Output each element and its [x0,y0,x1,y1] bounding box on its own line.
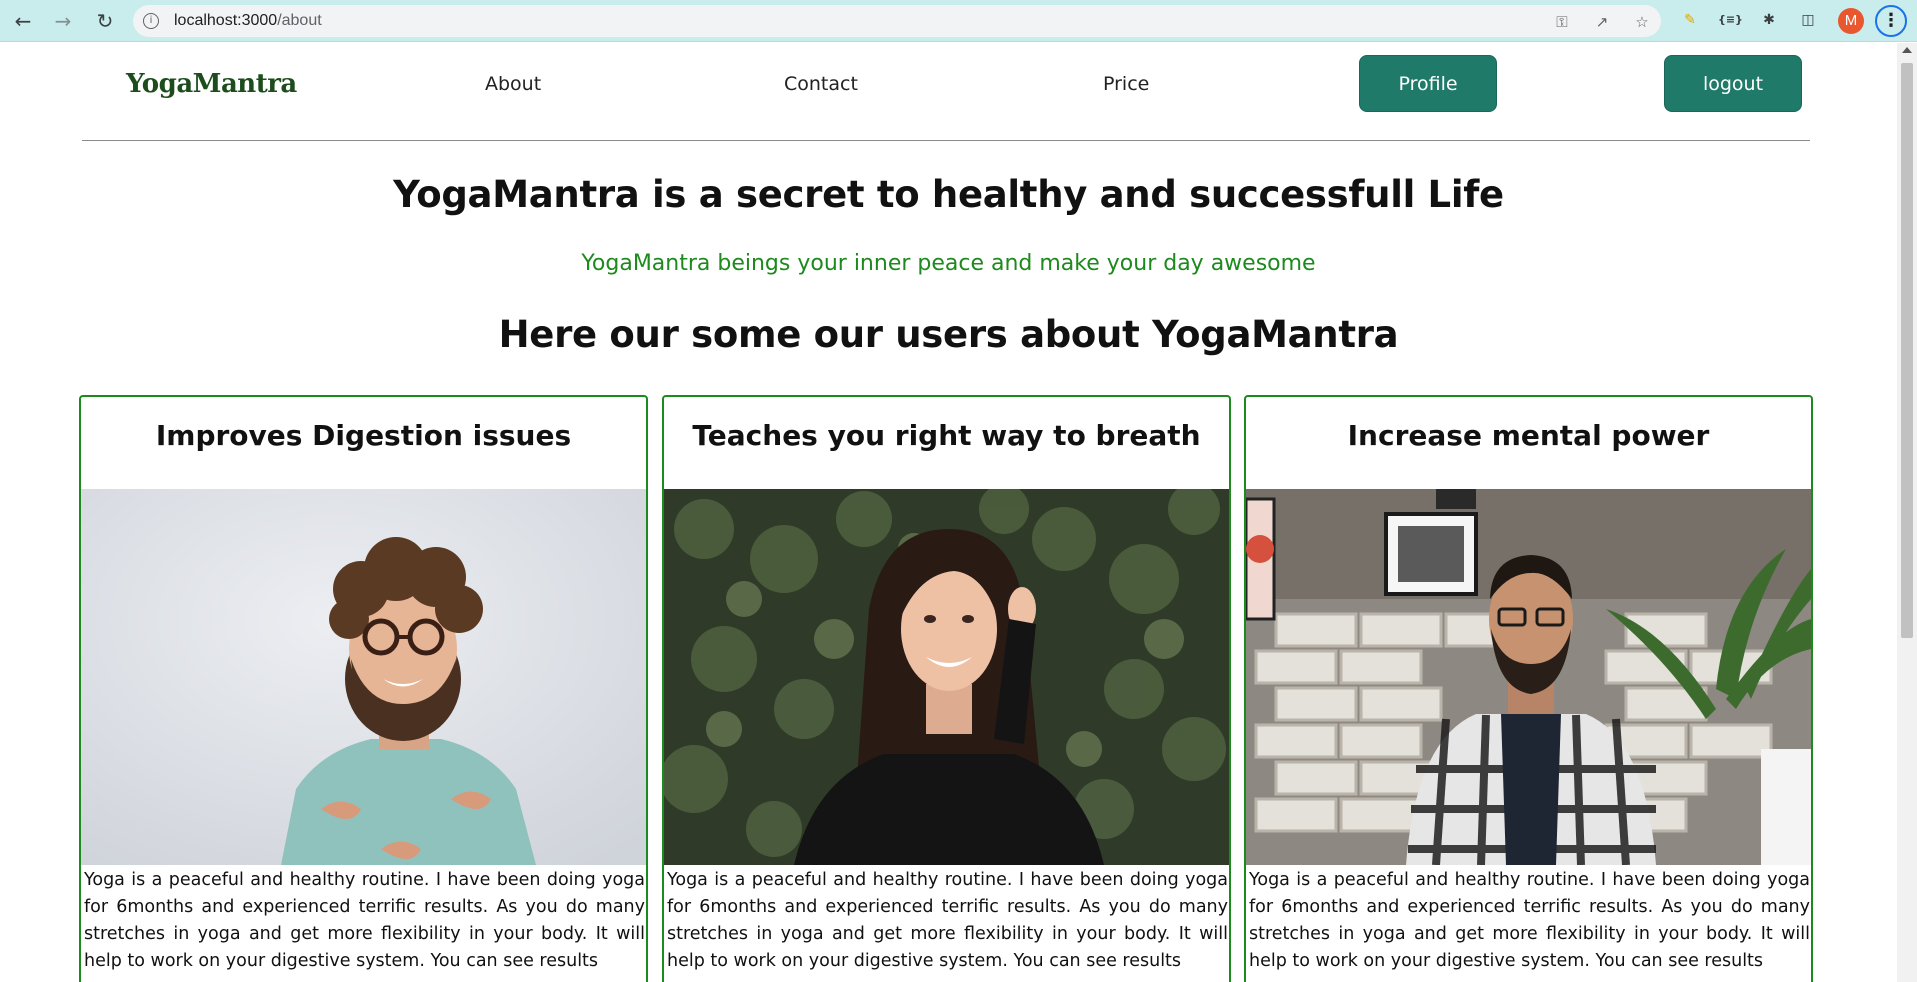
back-icon[interactable]: ← [10,8,36,34]
card-text: Yoga is a peaceful and healthy routine. … [667,870,1228,971]
smiling-woman-ivy-photo [664,489,1229,865]
scrollbar-thumb[interactable] [1901,63,1913,638]
card-title: Improves Digestion issues [155,419,572,452]
browser-toolbar: ← → ↻ i localhost:3000/about ⚿ ↗ ☆ ✎ {≡}… [0,0,1917,42]
profile-avatar[interactable]: M [1838,8,1864,34]
page-content: YogaMantra About Contact Price Profile l… [0,43,1897,982]
testimonial-card: Improves Digestion issues Yoga is a peac… [79,395,648,982]
url-path: /about [277,12,322,29]
page-title: YogaMantra is a secret to healthy and su… [393,173,1504,216]
profile-button[interactable]: Profile [1359,55,1497,112]
url-host: localhost:3000 [174,12,278,29]
nav-link-about[interactable]: About [485,73,541,95]
man-plaid-shirt-photo [1246,489,1811,865]
site-header: YogaMantra About Contact Price Profile l… [82,43,1810,141]
curly-haired-man-photo [81,489,646,865]
logout-button[interactable]: logout [1664,55,1802,112]
highlighter-extension-icon[interactable]: ✎ [1679,9,1701,31]
share-icon[interactable]: ↗ [1592,12,1612,32]
url-text[interactable]: localhost:3000/about [174,12,322,30]
card-text: Yoga is a peaceful and healthy routine. … [1249,870,1810,971]
nav-link-contact[interactable]: Contact [784,73,858,95]
extensions-puzzle-icon[interactable]: ✱ [1758,9,1780,31]
site-logo[interactable]: YogaMantra [126,69,297,99]
testimonial-card: Teaches you right way to breath Yoga is … [662,395,1231,982]
card-text: Yoga is a peaceful and healthy routine. … [84,870,645,971]
card-title: Increase mental power [1347,419,1710,452]
forward-icon[interactable]: → [50,8,76,34]
site-info-icon[interactable]: i [143,13,159,29]
side-panel-icon[interactable]: ◫ [1797,9,1819,31]
testimonials-heading: Here our some our users about YogaMantra [498,313,1399,356]
card-title: Teaches you right way to breath [692,419,1201,452]
scroll-up-arrow-icon[interactable] [1902,47,1912,53]
key-icon[interactable]: ⚿ [1552,12,1572,32]
bookmark-star-icon[interactable]: ☆ [1632,12,1652,32]
card-photo [1246,489,1811,865]
json-extension-icon[interactable]: {≡} [1718,9,1743,31]
nav-link-price[interactable]: Price [1103,73,1149,95]
reload-icon[interactable]: ↻ [92,8,118,34]
address-bar[interactable]: i localhost:3000/about ⚿ ↗ ☆ [133,5,1661,37]
browser-menu-icon[interactable]: ⋮ [1875,5,1907,37]
testimonial-card: Increase mental power Yoga is a peaceful… [1244,395,1813,982]
card-photo [81,489,646,865]
card-photo [664,489,1229,865]
page-scrollbar[interactable] [1897,43,1917,982]
page-subtitle: YogaMantra beings your inner peace and m… [581,251,1316,276]
